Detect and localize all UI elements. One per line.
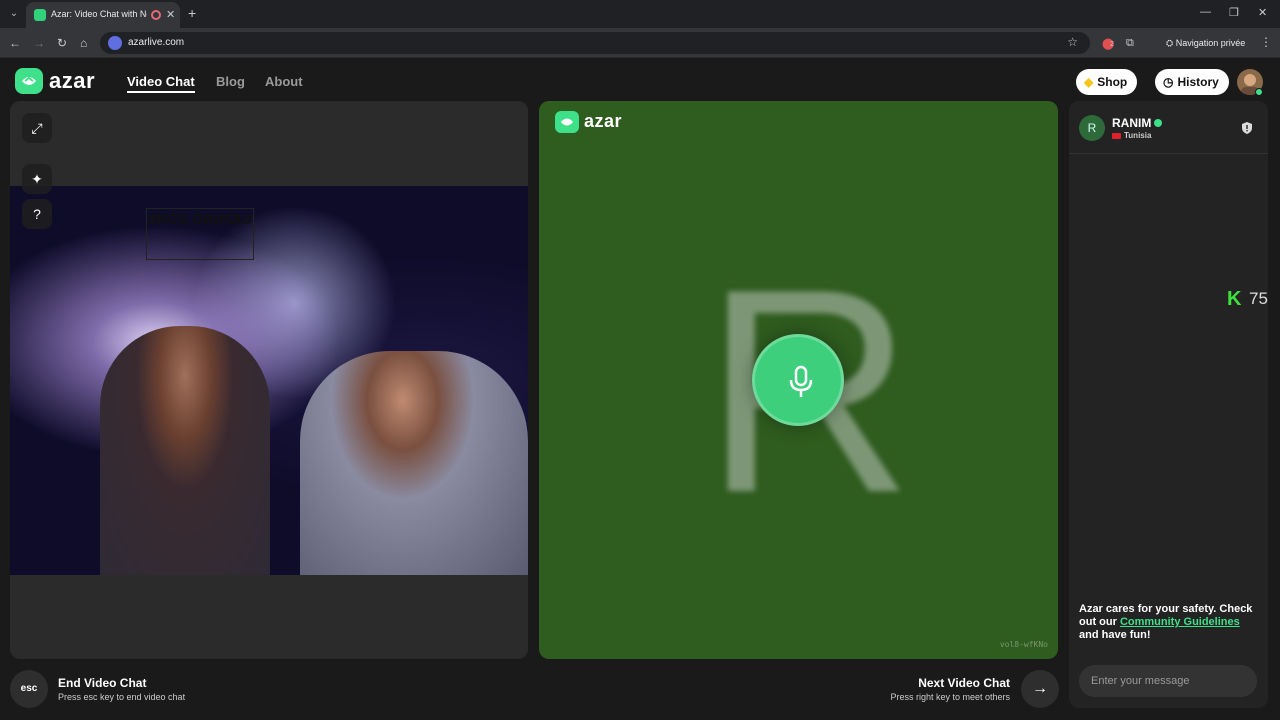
effects-sparkle-icon[interactable]: ✦ (22, 164, 52, 194)
peer-avatar[interactable]: R (1079, 115, 1105, 141)
microphone-icon (789, 365, 813, 397)
gem-icon: ◆ (1084, 75, 1094, 89)
browser-tab-active[interactable]: Azar: Video Chat with New ✕ (26, 2, 180, 28)
local-video-panel: ⤢ GAMING ZONE ✦ ? (10, 101, 528, 659)
safety-notice: Azar cares for your safety. Check out ou… (1079, 603, 1259, 642)
browser-menu-icon[interactable]: ⋮ (1260, 35, 1272, 49)
address-bar[interactable]: azarlive.com ☆ (100, 32, 1090, 54)
forward-icon[interactable]: → (33, 36, 45, 50)
online-badge (1255, 88, 1263, 96)
tab-close-icon[interactable]: ✕ (166, 8, 175, 21)
site-info-icon[interactable] (108, 36, 122, 50)
bookmark-star-icon[interactable]: ☆ (1067, 35, 1078, 49)
minimize-icon[interactable]: — (1200, 6, 1211, 18)
back-icon[interactable]: ← (9, 36, 21, 50)
extension-count: 2 (1110, 41, 1114, 48)
tab-search-icon[interactable]: ⌄ (6, 6, 22, 22)
chat-header-divider (1069, 153, 1268, 154)
peer-name: RANIM (1112, 116, 1152, 130)
recording-icon (151, 10, 161, 20)
next-chat-title: Next Video Chat (918, 676, 1010, 690)
chat-panel: R RANIM Tunisia Azar cares for your safe… (1069, 101, 1268, 708)
window-close-icon[interactable]: ✕ (1258, 6, 1267, 19)
tab-title: Azar: Video Chat with New (51, 9, 147, 19)
private-mode-indicator[interactable]: ⛭ Navigation privée (1158, 33, 1253, 53)
community-guidelines-link[interactable]: Community Guidelines (1120, 616, 1240, 628)
safety-suffix: and have fun! (1079, 629, 1151, 641)
end-chat-hint: Press esc key to end video chat (58, 692, 186, 702)
microphone-button[interactable] (752, 334, 844, 426)
history-label: History (1177, 75, 1219, 89)
next-chat-hint: Press right key to meet others (890, 692, 1010, 702)
incognito-icon: ⛭ (1166, 38, 1176, 48)
home-icon[interactable]: ⌂ (80, 36, 87, 50)
local-camera-feed: GAMING ZONE (10, 186, 528, 575)
help-icon[interactable]: ? (22, 199, 52, 229)
person-left (100, 326, 270, 575)
azar-favicon-icon (34, 9, 46, 21)
browser-tabbar: ⌄ Azar: Video Chat with New ✕ + — ❐ ✕ (0, 0, 1280, 28)
peer-session-id: vol8-wfKNo (999, 640, 1048, 649)
reload-icon[interactable]: ↻ (57, 36, 67, 50)
browser-toolbar: ← → ↻ ⌂ azarlive.com ☆ ⬤ 2 ⧉ ⛭ Navigatio… (0, 28, 1280, 58)
end-chat-title: End Video Chat (58, 676, 147, 690)
tunisia-flag-icon (1112, 133, 1121, 139)
message-input[interactable] (1079, 665, 1257, 697)
restore-icon[interactable]: ❐ (1229, 6, 1239, 19)
clock-icon: ◷ (1163, 75, 1174, 89)
nav-video-chat[interactable]: Video Chat (127, 74, 195, 93)
nav-blog[interactable]: Blog (216, 74, 245, 89)
report-shield-icon[interactable] (1240, 121, 1254, 135)
extensions-puzzle-icon[interactable]: ⧉ (1126, 37, 1134, 50)
watermark-brand: azar (584, 111, 623, 131)
nav-about[interactable]: About (265, 74, 303, 89)
shop-label: Shop (1097, 75, 1128, 89)
azar-watermark-icon (555, 111, 579, 133)
kick-logo-icon: K (1227, 288, 1242, 310)
person-right (300, 351, 528, 575)
private-label: Navigation privée (1175, 38, 1246, 48)
peer-country: Tunisia (1124, 131, 1152, 140)
azar-logo-icon (15, 68, 43, 94)
gaming-zone-sign: GAMING ZONE (146, 208, 254, 260)
expand-icon[interactable]: ⤢ (22, 113, 52, 143)
end-chat-button[interactable]: esc (10, 670, 48, 708)
verified-badge-icon (1154, 119, 1162, 127)
azar-app: azar Video Chat Blog About ◆ Shop ◷ Histor… (0, 58, 1280, 720)
next-chat-arrow-button[interactable]: → (1021, 670, 1059, 708)
remote-video-panel: azar R vol8-wfKNo (539, 101, 1058, 659)
shop-button[interactable]: ◆ Shop (1076, 69, 1138, 95)
new-tab-icon[interactable]: + (188, 5, 196, 21)
viewer-count: 75 (1249, 289, 1268, 308)
history-button[interactable]: ◷ History (1155, 69, 1229, 95)
url-text: azarlive.com (128, 37, 185, 48)
brand-name: azar (49, 68, 96, 93)
